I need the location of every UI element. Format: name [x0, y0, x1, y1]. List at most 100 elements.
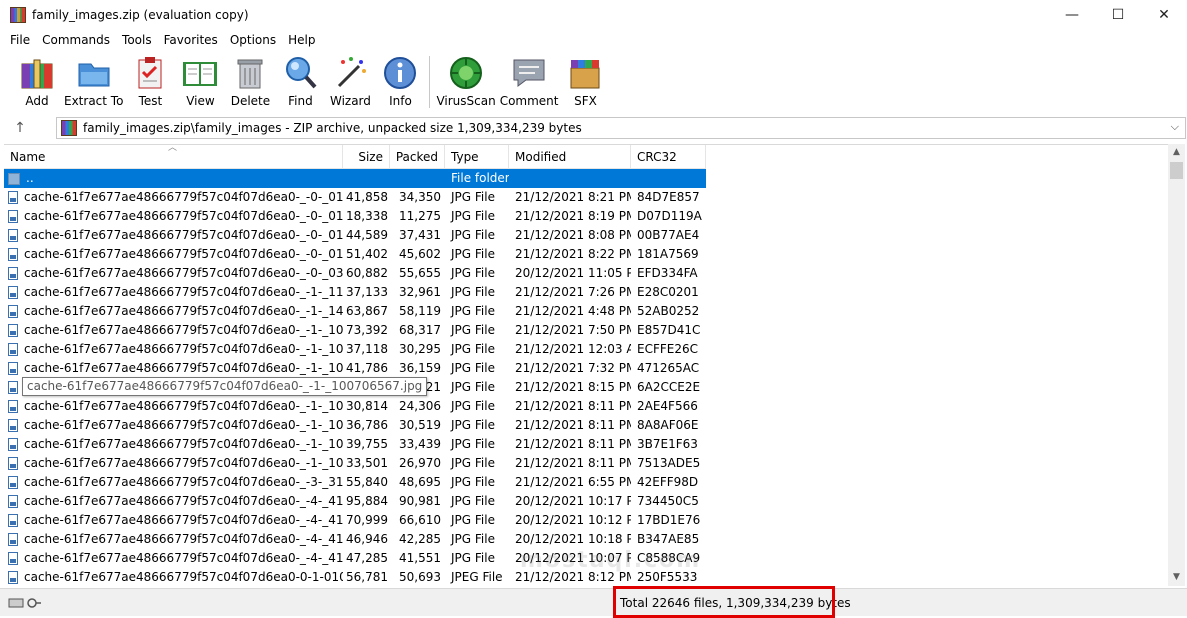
close-button[interactable]: ✕	[1141, 0, 1187, 30]
type-cell: JPG File	[451, 247, 495, 261]
name-cell: cache-61f7e677ae48666779f57c04f07d6ea0-_…	[4, 397, 343, 416]
path-field[interactable]: family_images.zip\family_images - ZIP ar…	[56, 117, 1186, 139]
filename-tooltip: cache-61f7e677ae48666779f57c04f07d6ea0-_…	[22, 377, 428, 396]
table-row[interactable]: cache-61f7e677ae48666779f57c04f07d6ea0-_…	[4, 188, 706, 207]
table-row[interactable]: cache-61f7e677ae48666779f57c04f07d6ea0-_…	[4, 435, 706, 454]
packed-cell: 58,119	[399, 304, 441, 318]
column-header-crc32[interactable]: CRC32	[631, 145, 706, 169]
name-cell: cache-61f7e677ae48666779f57c04f07d6ea0-_…	[4, 245, 343, 264]
name-cell: cache-61f7e677ae48666779f57c04f07d6ea0-_…	[4, 283, 343, 302]
virusscan-button[interactable]: VirusScan	[436, 54, 496, 108]
table-row[interactable]: cache-61f7e677ae48666779f57c04f07d6ea0-_…	[4, 264, 706, 283]
table-row[interactable]: cache-61f7e677ae48666779f57c04f07d6ea0-_…	[4, 397, 706, 416]
file-name: cache-61f7e677ae48666779f57c04f07d6ea0-0…	[24, 570, 343, 584]
crc32-cell: 7513ADE5	[637, 456, 701, 470]
table-row[interactable]: cache-61f7e677ae48666779f57c04f07d6ea0-_…	[4, 207, 706, 226]
minimize-button[interactable]: —	[1049, 0, 1095, 30]
name-cell: cache-61f7e677ae48666779f57c04f07d6ea0-_…	[4, 435, 343, 454]
add-archive-icon	[21, 59, 53, 89]
winrar-app-icon	[10, 7, 26, 23]
table-row[interactable]: cache-61f7e677ae48666779f57c04f07d6ea0-_…	[4, 511, 706, 530]
menu-favorites[interactable]: Favorites	[158, 33, 224, 47]
table-row[interactable]: cache-61f7e677ae48666779f57c04f07d6ea0-_…	[4, 283, 706, 302]
menu-help[interactable]: Help	[282, 33, 321, 47]
packed-cell: 24,306	[399, 399, 441, 413]
column-header-packed[interactable]: Packed	[390, 145, 445, 169]
up-arrow-icon[interactable]: ↑	[0, 120, 40, 136]
type-cell: JPG File	[451, 418, 495, 432]
jpg-file-icon	[8, 286, 18, 299]
jpg-file-icon	[8, 248, 18, 261]
wizard-wand-icon	[338, 57, 367, 88]
sfx-button[interactable]: SFX	[562, 54, 608, 108]
packed-cell: 11,275	[399, 209, 441, 223]
modified-cell: 21/12/2021 8:22 PM	[515, 247, 631, 261]
drive-key-icon[interactable]	[8, 597, 42, 609]
test-button[interactable]: Test	[127, 54, 173, 108]
maximize-button[interactable]: ☐	[1095, 0, 1141, 30]
scroll-down-icon[interactable]: ▼	[1168, 569, 1185, 586]
jpg-file-icon	[8, 419, 18, 432]
packed-cell: 42,285	[399, 532, 441, 546]
table-row[interactable]: cache-61f7e677ae48666779f57c04f07d6ea0-_…	[4, 416, 706, 435]
test-label: Test	[138, 94, 163, 108]
modified-cell: 20/12/2021 11:05 PM	[515, 266, 631, 280]
column-header-modified[interactable]: Modified	[509, 145, 631, 169]
parent-folder-row[interactable]: .. File folder	[4, 169, 706, 188]
table-row[interactable]: cache-61f7e677ae48666779f57c04f07d6ea0-_…	[4, 340, 706, 359]
name-cell: cache-61f7e677ae48666779f57c04f07d6ea0-_…	[4, 340, 343, 359]
table-row[interactable]: cache-61f7e677ae48666779f57c04f07d6ea0-_…	[4, 226, 706, 245]
packed-cell: 66,610	[399, 513, 441, 527]
add-button[interactable]: Add	[14, 54, 60, 108]
file-name: cache-61f7e677ae48666779f57c04f07d6ea0-_…	[24, 323, 343, 337]
crc32-cell: B347AE85	[637, 532, 700, 546]
column-header-type[interactable]: Type	[445, 145, 509, 169]
type-cell: File folder	[451, 171, 509, 185]
find-button[interactable]: Find	[277, 54, 323, 108]
delete-button[interactable]: Delete	[227, 54, 273, 108]
column-header-size[interactable]: Size	[343, 145, 390, 169]
packed-cell: 48,695	[399, 475, 441, 489]
table-row[interactable]: cache-61f7e677ae48666779f57c04f07d6ea0-_…	[4, 473, 706, 492]
table-row[interactable]: cache-61f7e677ae48666779f57c04f07d6ea0-_…	[4, 492, 706, 511]
status-bar: Total 22646 files, 1,309,334,239 bytes	[0, 586, 1187, 618]
modified-cell: 21/12/2021 6:55 PM	[515, 475, 631, 489]
menu-tools[interactable]: Tools	[116, 33, 158, 47]
name-cell: cache-61f7e677ae48666779f57c04f07d6ea0-_…	[4, 302, 343, 321]
wizard-button[interactable]: Wizard	[327, 54, 373, 108]
file-name: cache-61f7e677ae48666779f57c04f07d6ea0-_…	[24, 418, 343, 432]
type-cell: JPG File	[451, 456, 495, 470]
file-name: cache-61f7e677ae48666779f57c04f07d6ea0-_…	[24, 247, 343, 261]
scroll-thumb[interactable]	[1170, 162, 1183, 179]
file-name: cache-61f7e677ae48666779f57c04f07d6ea0-_…	[24, 209, 343, 223]
table-row[interactable]: cache-61f7e677ae48666779f57c04f07d6ea0-_…	[4, 245, 706, 264]
extract-to-button[interactable]: Extract To	[64, 54, 123, 108]
packed-cell: 41,551	[399, 551, 441, 565]
file-list[interactable]: ︿ Name Size Packed Type Modified CRC32 .…	[4, 144, 1168, 586]
size-cell: 70,999	[346, 513, 388, 527]
column-header-name[interactable]: ︿ Name	[4, 145, 343, 169]
info-button[interactable]: Info	[377, 54, 423, 108]
table-row[interactable]: cache-61f7e677ae48666779f57c04f07d6ea0-_…	[4, 321, 706, 340]
scroll-up-icon[interactable]: ▲	[1168, 144, 1185, 161]
table-row[interactable]: cache-61f7e677ae48666779f57c04f07d6ea0-_…	[4, 359, 706, 378]
menu-commands[interactable]: Commands	[36, 33, 116, 47]
file-name: cache-61f7e677ae48666779f57c04f07d6ea0-_…	[24, 494, 343, 508]
name-cell: cache-61f7e677ae48666779f57c04f07d6ea0-_…	[4, 207, 343, 226]
chevron-down-icon[interactable]: ⌵	[1171, 120, 1179, 134]
modified-cell: 21/12/2021 7:50 PM	[515, 323, 631, 337]
size-cell: 51,402	[346, 247, 388, 261]
menu-file[interactable]: File	[4, 33, 36, 47]
comment-button[interactable]: Comment	[500, 54, 558, 108]
table-row[interactable]: cache-61f7e677ae48666779f57c04f07d6ea0-_…	[4, 530, 706, 549]
vertical-scrollbar[interactable]: ▲ ▼	[1168, 144, 1185, 586]
table-row[interactable]: cache-61f7e677ae48666779f57c04f07d6ea0-_…	[4, 454, 706, 473]
packed-cell: 33,439	[399, 437, 441, 451]
view-button[interactable]: View	[177, 54, 223, 108]
menu-options[interactable]: Options	[224, 33, 282, 47]
type-cell: JPG File	[451, 228, 495, 242]
table-row[interactable]: cache-61f7e677ae48666779f57c04f07d6ea0-_…	[4, 302, 706, 321]
size-cell: 30,814	[346, 399, 388, 413]
jpg-file-icon	[8, 305, 18, 318]
size-cell: 44,589	[346, 228, 388, 242]
